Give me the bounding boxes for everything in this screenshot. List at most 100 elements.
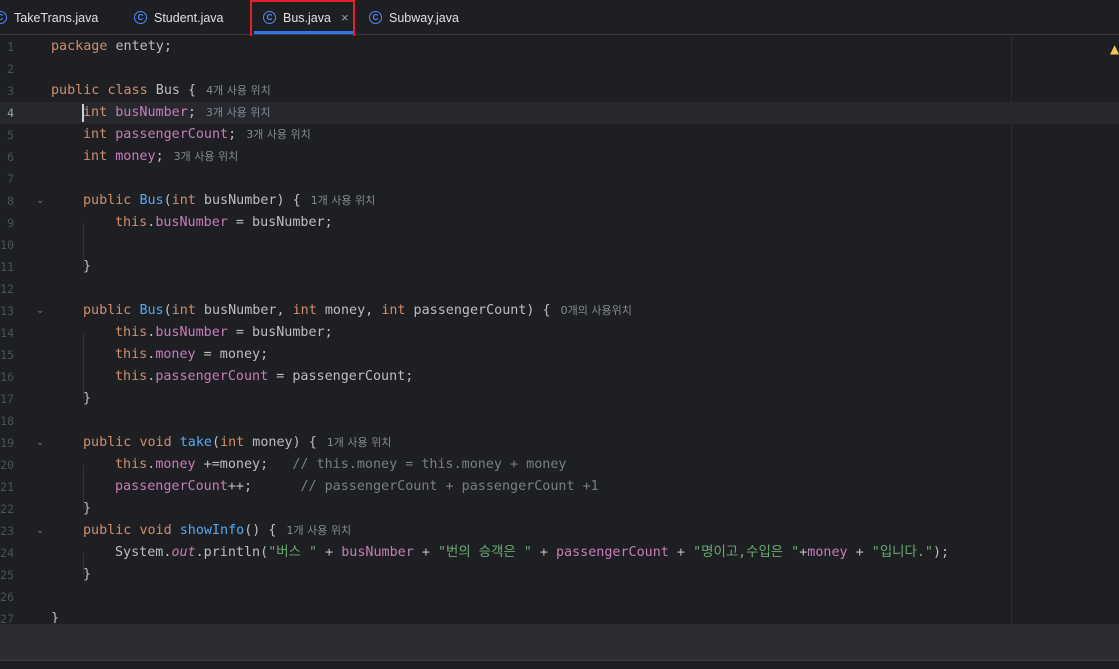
tab-subway[interactable]: C Subway.java (369, 0, 459, 35)
tab-label: Student.java (154, 10, 224, 25)
usage-hint: 3개 사용 위치 (173, 150, 239, 163)
usage-hint: 3개 사용 위치 (246, 128, 311, 141)
code-text: int money; 3개 사용 위치 (83, 149, 239, 164)
code-text: public class Bus {4개 사용 위치 (51, 83, 271, 98)
code-line[interactable]: 17 } (0, 388, 1119, 410)
usage-hint: 4개 사용 위치 (206, 84, 271, 97)
code-text: public Bus(int busNumber, int money, int… (83, 303, 632, 318)
code-comment: // passengerCount + passengerCount +1 (300, 479, 599, 494)
line-number: 15 (0, 348, 14, 362)
code-line[interactable]: 7 (0, 168, 1119, 190)
code-line[interactable]: 27 } (0, 608, 1119, 623)
text-caret (82, 104, 84, 122)
line-number: 16 (0, 370, 14, 384)
line-number: 21 (0, 480, 14, 494)
line-number: 24 (0, 546, 14, 560)
code-line[interactable]: 18 (0, 410, 1119, 432)
code-text: public Bus(int busNumber) {1개 사용 위치 (83, 193, 376, 208)
code-line[interactable]: 24 System.out.println("버스 " + busNumber … (0, 542, 1119, 564)
code-line[interactable]: 10 (0, 234, 1119, 256)
code-line[interactable]: 11 } (0, 256, 1119, 278)
code-text: this.money +=money; // this.money = this… (115, 457, 567, 472)
code-line[interactable]: 26 (0, 586, 1119, 608)
line-number: 7 (7, 172, 14, 186)
line-number: 23 (0, 524, 14, 538)
tab-label: Subway.java (389, 10, 459, 25)
code-text: this.busNumber = busNumber; (115, 215, 333, 230)
line-number: 14 (0, 326, 14, 340)
java-class-icon: C (134, 11, 147, 24)
code-text: } (83, 259, 92, 274)
usage-hint: 0개의 사용위치 (560, 304, 632, 317)
line-number: 26 (0, 590, 14, 604)
code-text: } (83, 391, 92, 406)
java-class-icon: C (0, 11, 7, 24)
code-comment: // this.money = this.money + money (292, 457, 567, 472)
bottom-panel (0, 623, 1119, 669)
code-line[interactable]: 13 ⌄ public Bus(int busNumber, int money… (0, 300, 1119, 322)
fold-chevron-icon[interactable]: ⌄ (36, 520, 46, 542)
tab-label: Bus.java (283, 10, 331, 25)
line-number: 3 (7, 84, 14, 98)
line-number: 22 (0, 502, 14, 516)
tab-bus-active[interactable]: C Bus.java × (254, 0, 354, 35)
code-text: public void showInfo() {1개 사용 위치 (83, 523, 352, 538)
code-line[interactable]: 2 (0, 58, 1119, 80)
fold-chevron-icon[interactable]: ⌄ (36, 300, 46, 322)
java-class-icon: C (263, 11, 276, 24)
line-number: 13 (0, 304, 14, 318)
line-number: 25 (0, 568, 14, 582)
code-line[interactable]: 15 this.money = money; (0, 344, 1119, 366)
code-text: this.money = money; (115, 347, 269, 362)
code-line-current[interactable]: 4 int busNumber; 3개 사용 위치 (0, 102, 1119, 124)
code-line[interactable]: 16 this.passengerCount = passengerCount; (0, 366, 1119, 388)
line-number: 1 (7, 40, 14, 54)
code-line[interactable]: 12 (0, 278, 1119, 300)
tab-label: TakeTrans.java (14, 10, 99, 25)
code-text: this.passengerCount = passengerCount; (115, 369, 414, 384)
fold-chevron-icon[interactable]: ⌄ (36, 190, 46, 212)
close-icon[interactable]: × (341, 10, 349, 25)
fold-chevron-icon[interactable]: ⌄ (36, 432, 46, 454)
usage-hint: 1개 사용 위치 (286, 524, 352, 537)
code-editor[interactable]: ▲ 1 package entety; 2 3 public class Bus… (0, 36, 1119, 623)
code-text: System.out.println("버스 " + busNumber + "… (115, 545, 950, 560)
code-text: this.busNumber = busNumber; (115, 325, 333, 340)
code-line[interactable]: 5 int passengerCount; 3개 사용 위치 (0, 124, 1119, 146)
usage-hint: 1개 사용 위치 (326, 436, 392, 449)
line-number: 5 (7, 128, 14, 142)
code-line[interactable]: 22 } (0, 498, 1119, 520)
code-line[interactable]: 1 package entety; (0, 36, 1119, 58)
tab-student[interactable]: C Student.java (134, 0, 224, 35)
code-text: } (83, 567, 92, 582)
code-line[interactable]: 6 int money; 3개 사용 위치 (0, 146, 1119, 168)
code-line[interactable]: 25 } (0, 564, 1119, 586)
line-number: 20 (0, 458, 14, 472)
code-line[interactable]: 19 ⌄ public void take(int money) {1개 사용 … (0, 432, 1119, 454)
line-number: 2 (7, 62, 14, 76)
code-line[interactable]: 20 this.money +=money; // this.money = t… (0, 454, 1119, 476)
java-class-icon: C (369, 11, 382, 24)
tab-taketrans[interactable]: C TakeTrans.java (0, 0, 98, 35)
code-text: } (51, 611, 60, 623)
status-strip (0, 660, 1119, 669)
line-number: 10 (0, 238, 14, 252)
line-number: 12 (0, 282, 14, 296)
line-number: 11 (0, 260, 14, 274)
code-line[interactable]: 9 this.busNumber = busNumber; (0, 212, 1119, 234)
code-line[interactable]: 3 public class Bus {4개 사용 위치 (0, 80, 1119, 102)
code-text: passengerCount++; // passengerCount + pa… (115, 479, 599, 494)
line-number: 27 (0, 612, 14, 623)
code-text: } (83, 501, 92, 516)
code-line[interactable]: 23 ⌄ public void showInfo() {1개 사용 위치 (0, 520, 1119, 542)
code-line[interactable]: 14 this.busNumber = busNumber; (0, 322, 1119, 344)
code-line[interactable]: 21 passengerCount++; // passengerCount +… (0, 476, 1119, 498)
code-text: int passengerCount; 3개 사용 위치 (83, 127, 311, 142)
usage-hint: 1개 사용 위치 (310, 194, 376, 207)
line-number: 18 (0, 414, 14, 428)
code-line[interactable]: 8 ⌄ public Bus(int busNumber) {1개 사용 위치 (0, 190, 1119, 212)
line-number: 4 (7, 106, 14, 120)
usage-hint: 3개 사용 위치 (205, 106, 271, 119)
line-number: 8 (7, 194, 14, 208)
line-number: 17 (0, 392, 14, 406)
